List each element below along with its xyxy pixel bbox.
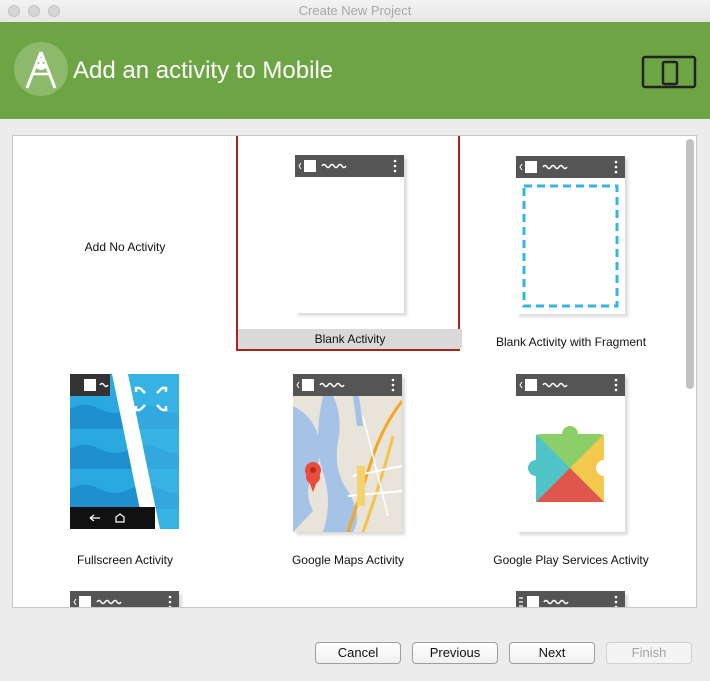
activity-thumbnail bbox=[70, 374, 190, 529]
next-button[interactable]: Next bbox=[509, 642, 595, 664]
action-bar-icon bbox=[70, 591, 179, 607]
activity-tile-add-no-activity[interactable]: Add No Activity bbox=[13, 136, 237, 354]
activity-tile-fullscreen-activity[interactable]: Fullscreen Activity bbox=[13, 354, 237, 572]
activity-thumbnail bbox=[516, 374, 625, 532]
action-bar-icon bbox=[516, 591, 625, 607]
activity-tile-blank-activity-with-fragment[interactable]: Blank Activity with Fragment bbox=[459, 136, 683, 354]
fragment-placeholder-icon bbox=[522, 184, 619, 308]
activity-gallery[interactable]: Add No Activity Blank Activity Blank Act… bbox=[12, 135, 697, 608]
activity-label: Add No Activity bbox=[84, 240, 166, 254]
google-play-services-puzzle-icon bbox=[528, 426, 612, 502]
mobile-device-icon bbox=[641, 55, 697, 94]
activity-tile-blank-activity[interactable]: Blank Activity bbox=[236, 136, 462, 351]
gallery-scrollbar[interactable] bbox=[686, 139, 694, 389]
activity-label: Google Play Services Activity bbox=[493, 553, 649, 567]
window-title: Create New Project bbox=[298, 3, 412, 18]
action-bar-icon bbox=[516, 156, 625, 178]
activity-label: Fullscreen Activity bbox=[76, 553, 174, 567]
android-studio-logo-icon bbox=[14, 42, 68, 96]
page-title: Add an activity to Mobile bbox=[73, 57, 334, 84]
previous-button[interactable]: Previous bbox=[412, 642, 498, 664]
finish-button[interactable]: Finish bbox=[606, 642, 692, 664]
window-titlebar: Create New Project bbox=[0, 0, 710, 23]
fullscreen-preview-icon bbox=[70, 374, 190, 529]
action-bar-icon bbox=[516, 374, 625, 396]
cancel-button[interactable]: Cancel bbox=[315, 642, 401, 664]
action-bar-icon bbox=[293, 374, 402, 396]
activity-thumbnail bbox=[293, 374, 402, 532]
wizard-header: Add an activity to Mobile bbox=[0, 22, 710, 119]
map-preview-icon bbox=[293, 396, 402, 532]
activity-thumbnail-partial[interactable] bbox=[70, 591, 179, 607]
activity-label: Google Maps Activity bbox=[291, 553, 405, 567]
activity-tile-google-play-services-activity[interactable]: Google Play Services Activity bbox=[459, 354, 683, 572]
activity-tile-google-maps-activity[interactable]: Google Maps Activity bbox=[236, 354, 460, 572]
action-bar-icon bbox=[295, 155, 404, 177]
activity-thumbnail bbox=[295, 155, 404, 313]
activity-thumbnail-partial[interactable] bbox=[516, 591, 625, 607]
activity-label: Blank Activity with Fragment bbox=[495, 335, 647, 349]
activity-thumbnail bbox=[516, 156, 625, 314]
activity-label: Blank Activity bbox=[238, 329, 462, 349]
